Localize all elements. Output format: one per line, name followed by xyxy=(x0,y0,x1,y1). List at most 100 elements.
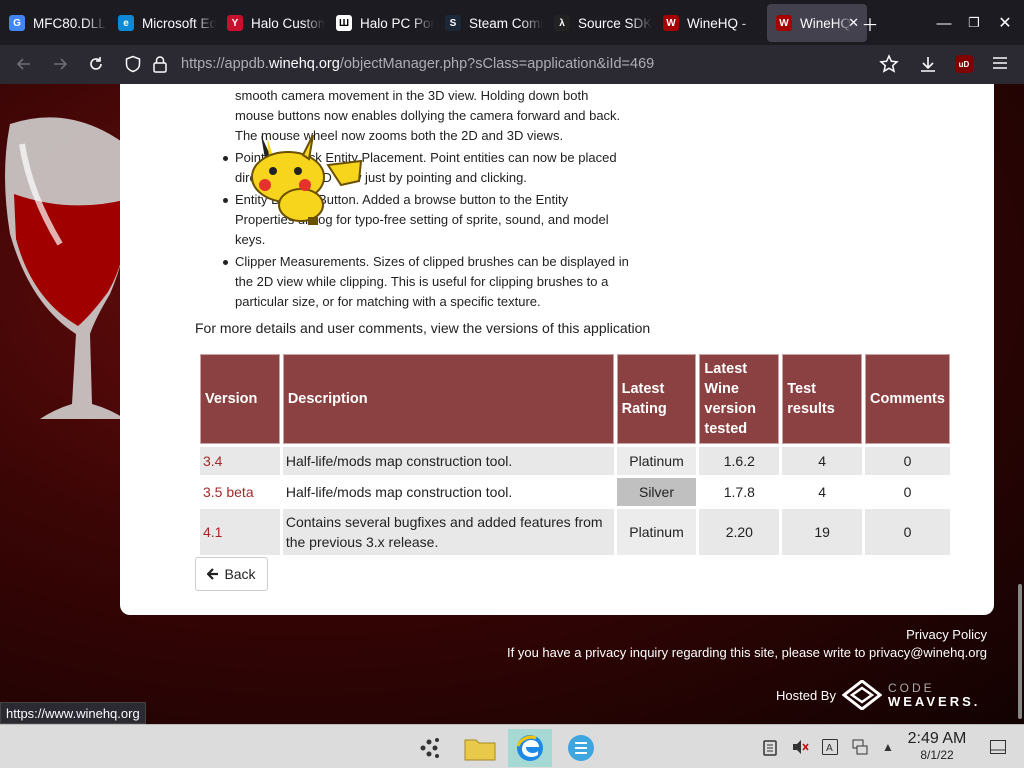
clock-date: 8/1/22 xyxy=(920,748,954,762)
test-results-cell: 19 xyxy=(782,509,863,555)
volume-muted-icon[interactable] xyxy=(790,725,810,768)
rating-cell: Platinum xyxy=(616,447,697,475)
browser-tab[interactable]: G MFC80.DLL xyxy=(0,4,109,42)
version-cell: 3.5 beta xyxy=(200,478,280,506)
clipboard-icon[interactable] xyxy=(760,725,780,768)
tab-title: WineHQ - xyxy=(687,15,747,31)
wine-version-cell: 1.7.8 xyxy=(699,478,780,506)
back-label: Back xyxy=(224,566,256,582)
scrollbar-thumb[interactable] xyxy=(1018,584,1022,719)
forward-nav-button[interactable] xyxy=(42,48,78,80)
page-scrollbar[interactable] xyxy=(1016,84,1024,724)
browser-tab[interactable]: Y Halo Custom Edition xyxy=(218,4,327,42)
more-details-text: For more details and user comments, view… xyxy=(195,320,651,336)
pillar-icon: Ш xyxy=(336,15,352,31)
browser-tab[interactable]: W WineHQ ✕ xyxy=(767,4,867,42)
comments-cell: 0 xyxy=(865,509,950,555)
header-comments: Comments xyxy=(865,354,950,444)
rating-cell: Silver xyxy=(616,478,697,506)
tray-expand-arrow-icon[interactable]: ▲ xyxy=(878,725,898,768)
browser-tab[interactable]: e Microsoft Edge xyxy=(109,4,218,42)
wine-icon: W xyxy=(776,15,792,31)
description-cell: Half-life/mods map construction tool. xyxy=(282,447,614,475)
restore-button[interactable]: ❐ xyxy=(964,4,984,42)
tab-title: WineHQ xyxy=(800,15,852,31)
steam-icon: S xyxy=(445,15,461,31)
edge-icon: e xyxy=(118,15,134,31)
test-results-cell: 4 xyxy=(782,447,863,475)
browser-tab[interactable]: Ш Halo PC Port xyxy=(327,4,436,42)
header-version: Version xyxy=(200,354,280,444)
table-row: 4.1 Contains several bugfixes and added … xyxy=(200,509,950,555)
table-row: 3.5 beta Half-life/mods map construction… xyxy=(200,478,950,506)
shield-icon[interactable] xyxy=(124,55,142,76)
version-link[interactable]: 3.5 beta xyxy=(203,484,254,500)
arrow-left-icon xyxy=(207,568,219,580)
version-link[interactable]: 4.1 xyxy=(203,524,222,540)
rating-cell: Platinum xyxy=(616,509,697,555)
clock-time: 2:49 AM xyxy=(907,730,967,747)
version-cell: 4.1 xyxy=(200,509,280,555)
version-link[interactable]: 3.4 xyxy=(203,453,222,469)
lock-icon[interactable] xyxy=(152,55,168,76)
link-status-url: https://www.winehq.org xyxy=(0,702,146,724)
arrow-left-icon xyxy=(16,58,30,70)
header-latest-wine: Latest Wine version tested xyxy=(699,354,780,444)
show-desktop-icon[interactable] xyxy=(988,725,1008,768)
test-results-cell: 4 xyxy=(782,478,863,506)
header-description: Description xyxy=(282,354,614,444)
sourcesdk-icon: λ xyxy=(554,15,570,31)
privacy-policy-link[interactable]: Privacy Policy xyxy=(507,626,987,644)
network-icon[interactable] xyxy=(850,725,870,768)
google-icon: G xyxy=(9,15,25,31)
hosted-by-label: Hosted By xyxy=(776,687,836,703)
svg-text:A: A xyxy=(826,743,833,754)
discover-store-icon[interactable] xyxy=(559,729,603,767)
download-icon[interactable] xyxy=(918,54,938,77)
system-clock[interactable]: 2:49 AM 8/1/22 xyxy=(902,730,972,762)
tab-bar: G MFC80.DLL e Microsoft Edge Y Halo Custom Ed… xyxy=(0,0,1024,45)
navigation-bar: https://appdb. winehq.org/objectManager.p… xyxy=(0,45,1024,84)
wine-version-cell: 1.6.2 xyxy=(699,447,780,475)
url-prefix: https://appdb. xyxy=(181,56,269,72)
hamburger-menu-icon[interactable] xyxy=(991,54,1009,75)
reload-button[interactable] xyxy=(78,48,114,80)
browser-tab[interactable]: λ Source SDK xyxy=(545,4,654,42)
tab-title: Halo PC Port xyxy=(360,15,434,31)
tab-title: MFC80.DLL xyxy=(33,15,106,31)
url-field[interactable]: https://appdb. winehq.org/objectManager.p… xyxy=(181,49,971,79)
privacy-inquiry-text: If you have a privacy inquiry regarding … xyxy=(507,645,987,660)
ublock-origin-icon[interactable]: uD xyxy=(955,55,973,73)
versions-table: Version Description Latest Rating Latest… xyxy=(197,351,953,558)
minimize-button[interactable]: — xyxy=(934,4,954,42)
close-window-button[interactable]: ✕ xyxy=(995,4,1015,42)
edge-browser-taskbar-icon[interactable] xyxy=(508,729,552,767)
halo-icon: Y xyxy=(227,15,243,31)
codeweavers-logo[interactable]: CODE WEAVERS. xyxy=(841,680,980,710)
new-tab-button[interactable]: ＋ xyxy=(858,4,882,42)
bookmark-star-icon[interactable] xyxy=(879,54,899,77)
keyboard-layout-icon[interactable]: A xyxy=(820,725,840,768)
tab-title: Steam Community xyxy=(469,15,543,31)
codeweavers-wordmark: CODE WEAVERS. xyxy=(888,681,980,709)
wine-glass-icon xyxy=(5,117,130,419)
bullet-item: Clipper Measurements. Sizes of clipped b… xyxy=(223,252,630,312)
url-domain: winehq.org xyxy=(268,56,340,72)
back-button[interactable]: Back xyxy=(195,557,268,591)
browser-tab[interactable]: S Steam Community xyxy=(436,4,545,42)
tab-title: Source SDK xyxy=(578,15,652,31)
reload-icon xyxy=(90,57,102,70)
wine-icon: W xyxy=(663,15,679,31)
table-header-row: Version Description Latest Rating Latest… xyxy=(200,354,950,444)
table-row: 3.4 Half-life/mods map construction tool… xyxy=(200,447,950,475)
pikachu-cursor-icon xyxy=(251,135,363,225)
comments-cell: 0 xyxy=(865,447,950,475)
hosted-by: Hosted By CODE WEAVERS. xyxy=(776,680,980,710)
back-nav-button[interactable] xyxy=(6,48,42,80)
browser-tab[interactable]: W WineHQ - xyxy=(654,4,763,42)
taskbar: A ▲ 2:49 AM 8/1/22 xyxy=(0,724,1024,768)
app-launcher-icon[interactable] xyxy=(407,729,451,767)
url-path: /objectManager.php?sClass=application&iI… xyxy=(339,56,655,72)
version-cell: 3.4 xyxy=(200,447,280,475)
file-manager-icon[interactable] xyxy=(458,729,502,767)
